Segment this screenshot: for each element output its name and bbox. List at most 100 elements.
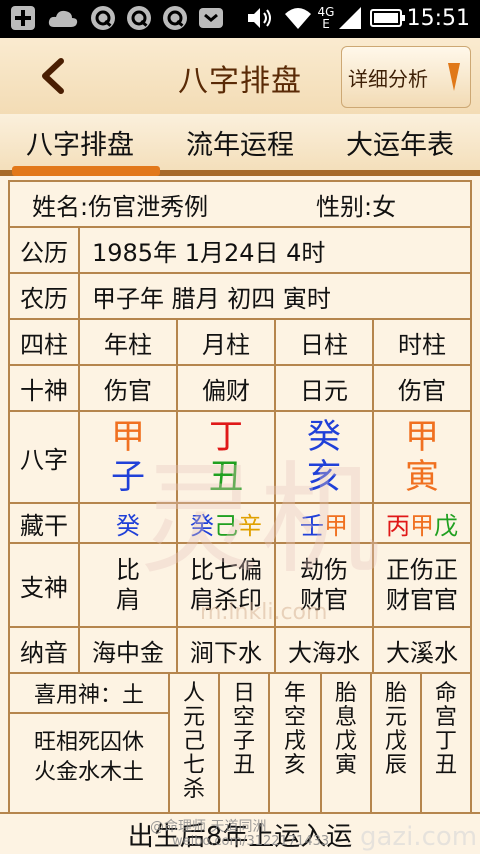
day-stem: 癸	[307, 417, 341, 457]
taixi-char: 胎	[334, 681, 357, 706]
app-icon	[196, 5, 226, 31]
q-app-icon	[88, 5, 118, 31]
niankong-char: 戌	[283, 729, 306, 754]
clock: 15:51	[406, 6, 470, 31]
rikong-char: 日	[232, 681, 255, 706]
canggan-day: 壬甲	[276, 504, 374, 544]
sizhu-label: 四柱	[10, 320, 80, 366]
bazi-month-cell: 丁 丑	[178, 412, 276, 504]
bazi-year-cell: 甲 子	[80, 412, 178, 504]
hidden-stem-char: 壬	[300, 511, 324, 540]
zhishen-day: 劫伤 财官	[276, 544, 374, 628]
weibo-url-watermark: weibo.com/3122171433	[172, 834, 330, 849]
nongli-value: 甲子年 腊月 初四 寅时	[80, 274, 470, 320]
nayin-hour: 大溪水	[374, 628, 470, 674]
zhishen-year-line1: 比	[116, 556, 140, 584]
hidden-stem-char: 辛	[238, 511, 262, 540]
zhishen-day-line1: 劫伤	[300, 556, 348, 584]
nongli-label: 农历	[10, 274, 80, 320]
taiyuan-char: 戊	[384, 729, 407, 754]
shishen-hour: 伤官	[374, 366, 470, 412]
nayin-month: 涧下水	[178, 628, 276, 674]
zhishen-hour-line1: 正伤正	[386, 556, 458, 584]
hidden-stem-char: 己	[214, 511, 238, 540]
tab-bar: 八字排盘 流年运程 大运年表	[0, 114, 480, 176]
dropdown-arrow-icon	[448, 63, 460, 91]
canggan-hour: 丙甲戊	[374, 504, 470, 544]
hidden-stem-char: 癸	[190, 511, 214, 540]
wangxiang-line2: 火金水木土	[33, 760, 144, 785]
zhishen-month-line1: 比七偏	[190, 556, 262, 584]
cloud-icon	[46, 5, 80, 31]
zhishen-month: 比七偏 肩杀印	[178, 544, 276, 628]
q-app-icon	[160, 5, 190, 31]
taixi-char: 寅	[334, 753, 357, 778]
year-pillar-header: 年柱	[80, 320, 178, 366]
weibo-watermark: @命理师 天道同洲	[150, 819, 267, 835]
renyuan-char: 元	[182, 705, 205, 730]
canggan-month: 癸己辛	[178, 504, 276, 544]
back-button[interactable]	[28, 52, 76, 100]
year-stem: 甲	[111, 417, 145, 457]
detail-analysis-button[interactable]: 详细分析	[341, 46, 471, 108]
hidden-stem-char: 癸	[116, 511, 140, 540]
detail-analysis-label: 详细分析	[348, 66, 428, 91]
network-type: 4G E	[316, 5, 336, 31]
gender-text: 性别:女	[316, 192, 397, 221]
tab-bazi-chart[interactable]: 八字排盘	[0, 114, 160, 170]
bazi-day-cell: 癸 亥	[276, 412, 374, 504]
month-stem: 丁	[209, 417, 243, 457]
minggong-char: 丑	[434, 753, 457, 778]
month-branch: 丑	[209, 457, 243, 497]
tab-luck-cycle-table[interactable]: 大运年表	[320, 114, 480, 170]
bazi-hour-cell: 甲 寅	[374, 412, 470, 504]
wangxiang-line1: 旺相死囚休	[33, 730, 144, 755]
signal-icon	[336, 5, 364, 31]
hour-branch: 寅	[405, 457, 439, 497]
nayin-year: 海中金	[80, 628, 178, 674]
name-row: 姓名:伤官泄秀例 性别:女	[10, 182, 470, 228]
month-pillar-header: 月柱	[178, 320, 276, 366]
rikong-char: 丑	[232, 753, 255, 778]
minggong-char: 丁	[434, 729, 457, 754]
site-watermark: gazi.com	[360, 822, 478, 852]
taixi-char: 戊	[334, 729, 357, 754]
back-chevron-icon	[42, 58, 64, 94]
status-bar: 4G E 15:51	[0, 0, 480, 38]
niankong-char: 空	[283, 705, 306, 730]
hidden-stem-char: 甲	[410, 511, 434, 540]
volume-icon	[244, 5, 274, 31]
renyuan-char: 七	[182, 753, 205, 778]
wifi-icon	[282, 5, 314, 31]
tab-annual-fortune[interactable]: 流年运程	[160, 114, 320, 170]
shishen-year: 伤官	[80, 366, 178, 412]
q-app-icon	[124, 5, 154, 31]
zhishen-hour-line2: 财官官	[386, 586, 458, 614]
hidden-stem-char: 甲	[324, 511, 348, 540]
hour-pillar-header: 时柱	[374, 320, 470, 366]
taiyuan-char: 辰	[384, 753, 407, 778]
battery-icon	[370, 5, 406, 31]
minggong-char: 命	[434, 681, 457, 706]
gongli-value: 1985年 1月24日 4时	[80, 228, 470, 274]
hour-stem: 甲	[405, 417, 439, 457]
bazi-label: 八字	[10, 412, 80, 504]
add-icon	[8, 5, 38, 31]
niankong-char: 亥	[283, 753, 306, 778]
xiyongshen-cell: 喜用神：土	[10, 674, 170, 714]
niankong-char: 年	[283, 681, 306, 706]
network-sub-label: E	[322, 17, 330, 31]
taiyuan-char: 元	[384, 705, 407, 730]
day-pillar-header: 日柱	[276, 320, 374, 366]
nayin-day: 大海水	[276, 628, 374, 674]
renyuan-char: 人	[182, 681, 205, 706]
year-branch: 子	[111, 457, 145, 497]
nayin-label: 纳音	[10, 628, 80, 674]
canggan-year: 癸	[80, 504, 178, 544]
gongli-label: 公历	[10, 228, 80, 274]
zhishen-year-line2: 肩	[116, 586, 140, 614]
taiyuan-char: 胎	[384, 681, 407, 706]
page-title: 八字排盘	[178, 64, 302, 99]
bazi-chart-table: 姓名:伤官泄秀例 性别:女 公历 1985年 1月24日 4时 农历 甲子年 腊…	[8, 180, 472, 854]
active-tab-indicator	[12, 166, 160, 176]
